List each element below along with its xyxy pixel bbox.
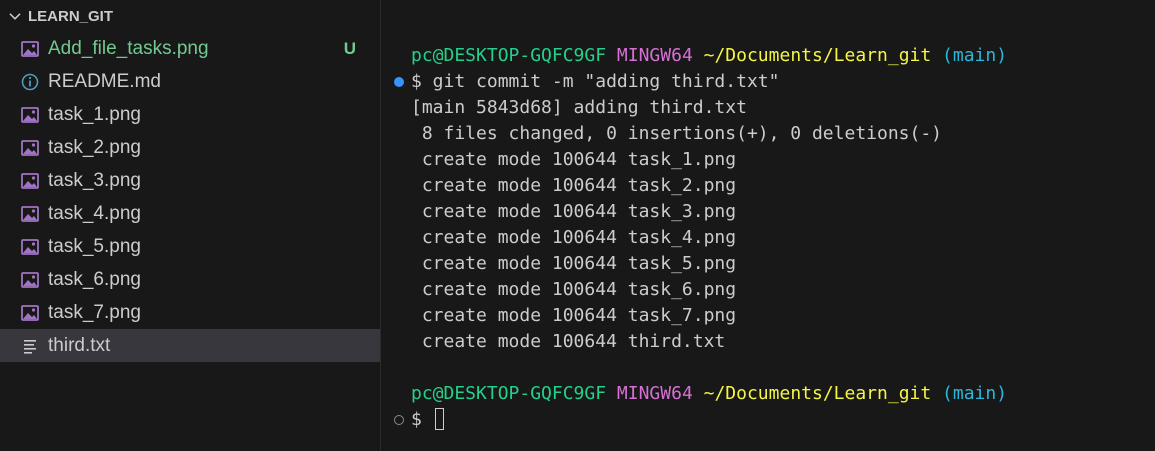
image-icon	[21, 205, 39, 222]
file-item[interactable]: task_3.png	[0, 164, 380, 197]
file-name: README.md	[48, 70, 161, 92]
file-item[interactable]: task_1.png	[0, 98, 380, 131]
file-name: task_5.png	[48, 235, 141, 257]
file-item[interactable]: README.md	[0, 65, 380, 98]
prompt-user: pc@DESKTOP-GQFC9GF	[411, 383, 607, 404]
command-success-decoration[interactable]	[394, 77, 404, 87]
explorer-panel: LEARN_GIT Add_file_tasks.png U README.md ta…	[0, 0, 381, 451]
command-text: $ git commit -m "adding third.txt"	[411, 71, 780, 92]
image-icon	[21, 271, 39, 288]
output-line: create mode 100644 task_3.png	[411, 201, 737, 222]
output-line: 8 files changed, 0 insertions(+), 0 dele…	[411, 123, 943, 144]
vscode-window: LEARN_GIT Add_file_tasks.png U README.md ta…	[0, 0, 1155, 451]
file-name: Add_file_tasks.png	[48, 37, 209, 59]
image-icon	[21, 40, 39, 57]
prompt-path: ~/Documents/Learn_git	[703, 45, 932, 66]
file-name: task_4.png	[48, 202, 141, 224]
output-line: create mode 100644 task_2.png	[411, 175, 737, 196]
file-name: task_1.png	[48, 103, 141, 125]
folder-header[interactable]: LEARN_GIT	[0, 0, 380, 32]
command-text: $	[411, 409, 433, 430]
file-name: third.txt	[48, 334, 111, 356]
prompt-branch: (main)	[942, 383, 1008, 404]
image-icon	[21, 172, 39, 189]
prompt-line: pc@DESKTOP-GQFC9GF MINGW64 ~/Documents/L…	[411, 381, 1007, 407]
output-line: create mode 100644 task_6.png	[411, 279, 737, 300]
file-item[interactable]: task_4.png	[0, 197, 380, 230]
prompt-path: ~/Documents/Learn_git	[703, 383, 932, 404]
command-line: $ git commit -m "adding third.txt"	[411, 69, 779, 95]
terminal-cursor	[434, 408, 444, 430]
image-icon	[21, 139, 39, 156]
output-line: create mode 100644 third.txt	[411, 331, 726, 352]
file-name: task_6.png	[48, 268, 141, 290]
file-name: task_3.png	[48, 169, 141, 191]
command-line: $	[411, 407, 444, 433]
prompt-env: MINGW64	[616, 383, 693, 404]
file-list: Add_file_tasks.png U README.md task_1.pngta…	[0, 32, 380, 362]
text-file-icon	[24, 339, 36, 354]
file-item[interactable]: task_5.png	[0, 230, 380, 263]
file-name: task_2.png	[48, 136, 141, 158]
prompt-user: pc@DESKTOP-GQFC9GF	[411, 45, 607, 66]
output-line: create mode 100644 task_7.png	[411, 305, 737, 326]
output-line: create mode 100644 task_4.png	[411, 227, 737, 248]
image-icon	[21, 304, 39, 321]
image-icon	[21, 238, 39, 255]
terminal-panel[interactable]: pc@DESKTOP-GQFC9GF MINGW64 ~/Documents/L…	[381, 0, 1155, 451]
file-name: task_7.png	[48, 301, 141, 323]
chevron-down-icon	[9, 13, 21, 20]
prompt-branch: (main)	[942, 45, 1008, 66]
prompt-env: MINGW64	[616, 45, 693, 66]
git-status-badge: U	[343, 38, 356, 58]
image-icon	[21, 106, 39, 123]
folder-name: LEARN_GIT	[28, 7, 114, 25]
output-line: [main 5843d68] adding third.txt	[411, 97, 747, 118]
file-item[interactable]: task_6.png	[0, 263, 380, 296]
output-line: create mode 100644 task_1.png	[411, 149, 737, 170]
prompt-line: pc@DESKTOP-GQFC9GF MINGW64 ~/Documents/L…	[411, 43, 1007, 69]
info-icon	[21, 73, 39, 90]
file-item[interactable]: Add_file_tasks.png U	[0, 32, 380, 65]
file-item[interactable]: task_7.png	[0, 296, 380, 329]
output-line: create mode 100644 task_5.png	[411, 253, 737, 274]
file-item[interactable]: task_2.png	[0, 131, 380, 164]
file-item[interactable]: third.txt	[0, 329, 380, 362]
command-pending-decoration[interactable]	[394, 415, 404, 425]
